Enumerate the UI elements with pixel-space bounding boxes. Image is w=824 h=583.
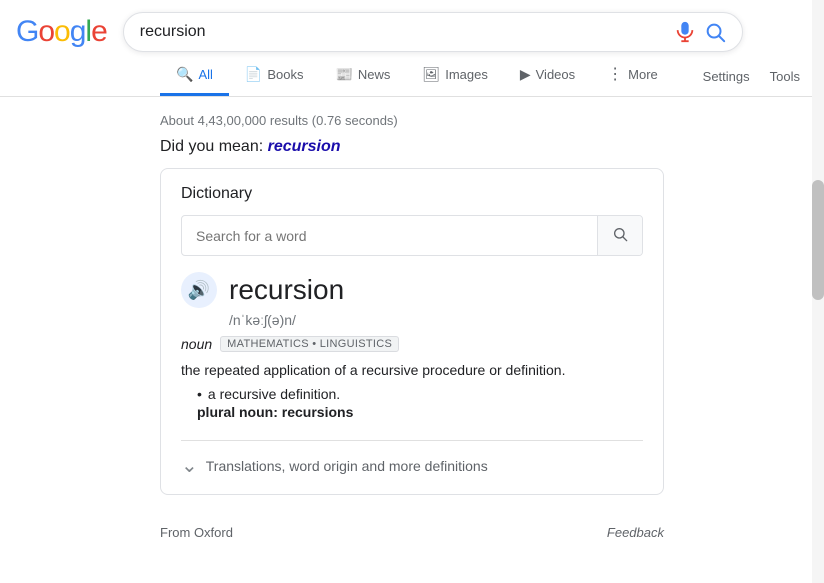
plural-label: plural noun:: [197, 404, 282, 420]
definition-list: the repeated application of a recursive …: [181, 362, 643, 420]
tab-images[interactable]: 🖼 Images: [406, 56, 503, 96]
scrollbar[interactable]: [812, 0, 824, 583]
videos-tab-icon: ▶: [520, 66, 531, 83]
header: Google: [0, 0, 824, 52]
images-tab-icon: 🖼: [422, 66, 440, 83]
tab-images-label: Images: [445, 67, 488, 82]
word-header: 🔊 recursion: [181, 272, 643, 308]
search-bar: [123, 12, 743, 52]
did-you-mean: Did you mean: recursion: [160, 138, 664, 156]
dictionary-title: Dictionary: [181, 185, 643, 203]
search-bar-wrapper: [123, 12, 743, 52]
google-logo[interactable]: Google: [16, 15, 107, 49]
feedback-link[interactable]: Feedback: [607, 525, 664, 540]
search-input[interactable]: [140, 23, 666, 41]
dictionary-card: Dictionary 🔊 recursion /nˈkəːʃ(ə)n/ noun: [160, 168, 664, 495]
search-submit-icon[interactable]: [704, 21, 726, 43]
more-definitions-button[interactable]: ⌄ Translations, word origin and more def…: [181, 453, 643, 478]
tab-books-label: Books: [267, 67, 303, 82]
tab-books[interactable]: 📄 Books: [229, 56, 320, 96]
from-oxford-label: From Oxford: [160, 525, 233, 540]
card-divider: [181, 440, 643, 441]
all-tab-icon: 🔍: [176, 66, 193, 83]
part-of-speech: noun: [181, 336, 212, 352]
scrollbar-thumb[interactable]: [812, 180, 824, 300]
word-pronunciation: /nˈkəːʃ(ə)n/: [229, 312, 643, 328]
more-tab-icon: ⋮: [607, 67, 623, 83]
main-definition: the repeated application of a recursive …: [181, 362, 643, 378]
news-tab-icon: 📰: [335, 66, 352, 83]
search-icons: [674, 21, 726, 43]
speaker-icon: 🔊: [188, 280, 210, 301]
books-tab-icon: 📄: [245, 66, 262, 83]
nav-tabs: 🔍 All 📄 Books 📰 News 🖼 Images ▶ Videos ⋮…: [0, 56, 824, 97]
tab-all-label: All: [198, 67, 212, 82]
dict-search-input[interactable]: [182, 218, 597, 254]
speaker-button[interactable]: 🔊: [181, 272, 217, 308]
tools-link[interactable]: Tools: [762, 59, 808, 94]
tab-videos-label: Videos: [536, 67, 576, 82]
tab-news[interactable]: 📰 News: [319, 56, 406, 96]
plural-note: plural noun: recursions: [197, 404, 643, 420]
did-you-mean-prompt: Did you mean:: [160, 138, 268, 155]
tab-videos[interactable]: ▶ Videos: [504, 56, 591, 96]
sub-definition: a recursive definition.: [197, 386, 643, 402]
tab-more[interactable]: ⋮ More: [591, 57, 674, 96]
tab-all[interactable]: 🔍 All: [160, 56, 229, 96]
plural-word: recursions: [282, 404, 354, 420]
more-definitions-label: Translations, word origin and more defin…: [206, 458, 488, 474]
word-pos-row: noun MATHEMATICS • LINGUISTICS: [181, 336, 643, 352]
dict-search-icon: [612, 226, 628, 242]
mic-icon[interactable]: [674, 21, 696, 43]
results-count: About 4,43,00,000 results (0.76 seconds): [160, 105, 664, 134]
word-entry: 🔊 recursion /nˈkəːʃ(ə)n/ noun MATHEMATIC…: [181, 272, 643, 478]
word-title: recursion: [229, 274, 344, 306]
footer-row: From Oxford Feedback: [0, 519, 824, 546]
results-area: About 4,43,00,000 results (0.76 seconds)…: [0, 97, 824, 519]
tab-more-label: More: [628, 67, 658, 82]
dict-search-button[interactable]: [597, 216, 642, 255]
subject-badge: MATHEMATICS • LINGUISTICS: [220, 336, 399, 352]
nav-right: Settings Tools: [695, 59, 824, 94]
chevron-down-icon: ⌄: [181, 453, 198, 478]
settings-link[interactable]: Settings: [695, 59, 758, 94]
tab-news-label: News: [358, 67, 391, 82]
dict-search-bar: [181, 215, 643, 256]
did-you-mean-link[interactable]: recursion: [268, 138, 341, 155]
